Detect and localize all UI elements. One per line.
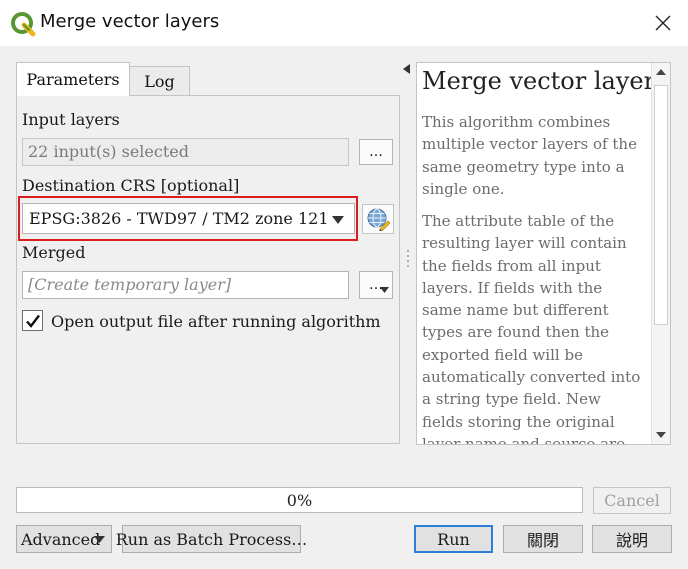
destination-crs-value: EPSG:3826 - TWD97 / TM2 zone 121: [29, 209, 329, 228]
close-icon: [655, 15, 671, 31]
help-title: Merge vector layers: [422, 67, 668, 95]
run-button[interactable]: Run: [414, 525, 493, 553]
qgis-logo-icon: [11, 12, 36, 37]
tab-log[interactable]: Log: [129, 66, 190, 96]
globe-crs-icon: [367, 208, 390, 231]
collapse-arrow-icon[interactable]: [402, 64, 410, 74]
help-paragraph: This algorithm combines multiple vector …: [422, 113, 637, 198]
title-bar: Merge vector layers: [0, 0, 688, 46]
destination-crs-combobox[interactable]: EPSG:3826 - TWD97 / TM2 zone 121: [22, 203, 355, 234]
help-paragraph: The attribute table of the resulting lay…: [422, 212, 641, 445]
chevron-up-icon: [656, 69, 666, 75]
input-layers-label: Input layers: [22, 110, 120, 129]
scroll-thumb[interactable]: [654, 85, 668, 325]
tab-parameters[interactable]: Parameters: [16, 62, 130, 96]
advanced-label: Advanced: [21, 529, 101, 549]
scroll-down-button[interactable]: [652, 426, 670, 444]
merged-output-menu-button[interactable]: …: [359, 271, 393, 299]
chevron-down-icon: [656, 432, 666, 438]
help-button[interactable]: 說明: [592, 525, 672, 553]
input-layers-field[interactable]: 22 input(s) selected: [22, 138, 349, 166]
window-title: Merge vector layers: [40, 11, 220, 32]
progress-bar: 0%: [16, 487, 583, 513]
close-button[interactable]: 關閉: [503, 525, 583, 553]
scroll-up-button[interactable]: [652, 63, 670, 81]
open-output-checkbox[interactable]: [22, 310, 43, 331]
help-panel: Merge vector layers This algorithm combi…: [416, 62, 671, 445]
advanced-button[interactable]: Advanced: [16, 525, 112, 553]
progress-text: 0%: [286, 491, 313, 510]
checkmark-icon: [25, 314, 40, 328]
cancel-button[interactable]: Cancel: [593, 487, 671, 514]
run-as-batch-process-button[interactable]: Run as Batch Process…: [116, 525, 307, 553]
chevron-down-icon: [332, 216, 344, 224]
chevron-down-icon: [380, 287, 389, 293]
merged-label: Merged: [22, 243, 86, 262]
close-window-button[interactable]: [646, 8, 680, 38]
help-scrollbar[interactable]: [651, 63, 670, 444]
destination-crs-label: Destination CRS [optional]: [22, 176, 240, 195]
input-layers-browse-button[interactable]: …: [359, 139, 393, 165]
merged-output-field[interactable]: [Create temporary layer]: [22, 271, 349, 299]
crs-selector-button[interactable]: [362, 204, 394, 234]
open-output-label: Open output file after running algorithm: [51, 312, 381, 331]
chevron-down-icon: [94, 536, 105, 543]
splitter-handle[interactable]: [406, 248, 410, 268]
